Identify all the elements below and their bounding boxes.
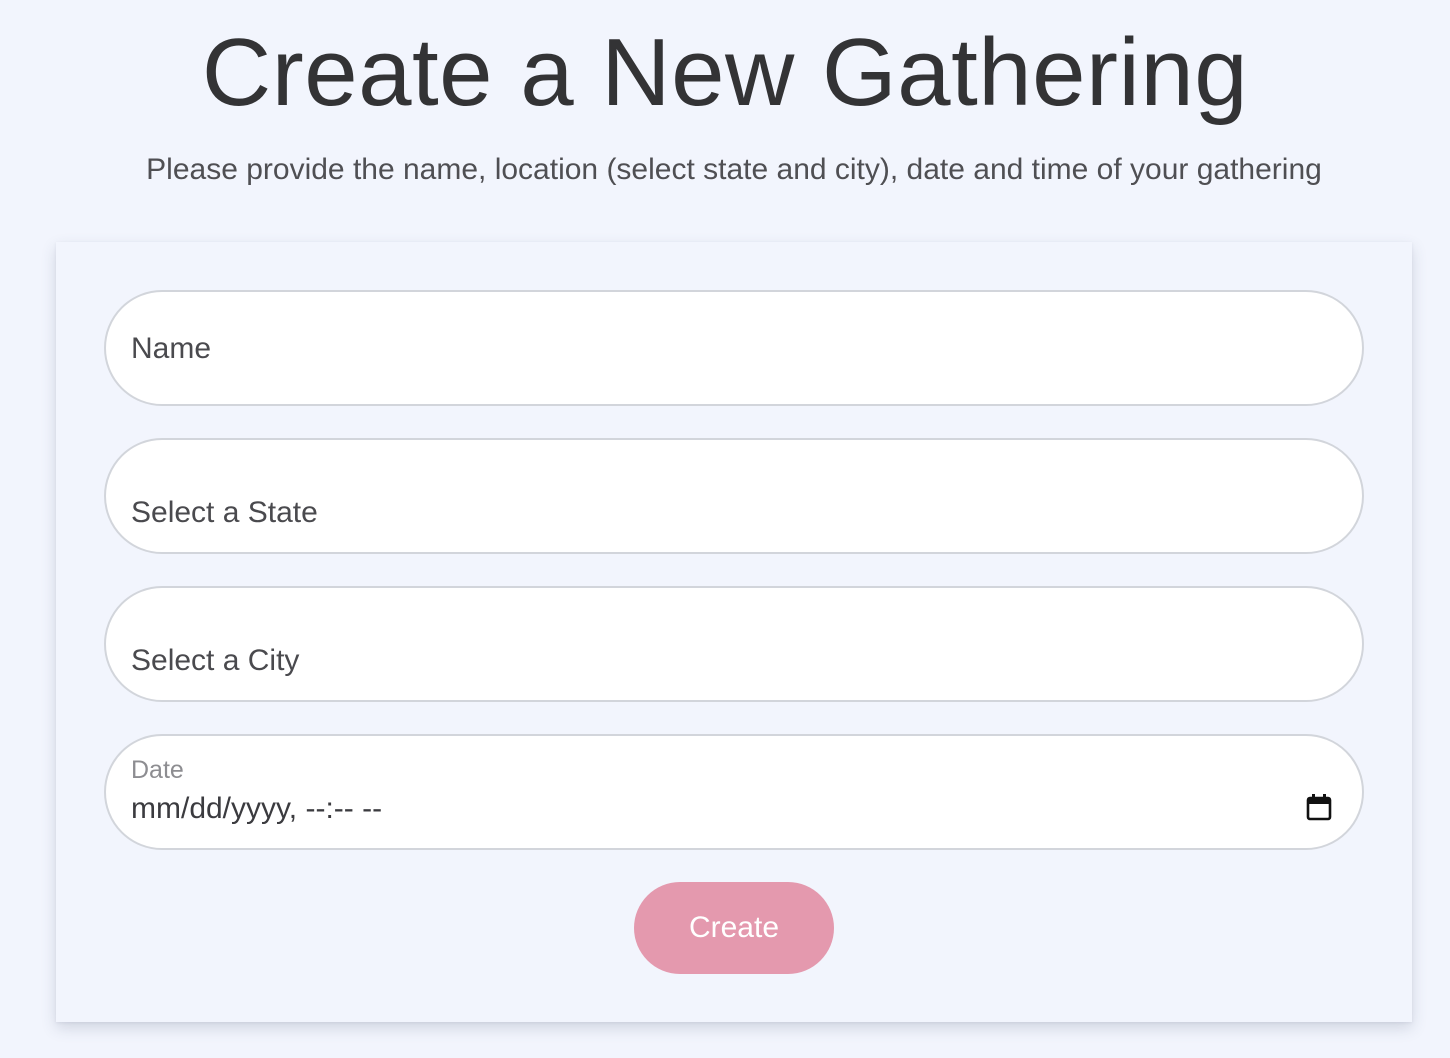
date-time-input[interactable]: Date mm/dd/yyyy, --:-- -- <box>104 734 1364 850</box>
page-subtitle: Please provide the name, location (selec… <box>146 153 1322 186</box>
city-select-placeholder: Select a City <box>131 644 300 677</box>
date-label: Date <box>131 756 184 784</box>
name-input[interactable]: Name <box>104 290 1364 406</box>
city-select[interactable]: Select a City <box>104 586 1364 702</box>
date-time-placeholder: mm/dd/yyyy, --:-- -- <box>131 792 383 825</box>
page: Create a New Gathering Please provide th… <box>0 0 1450 1058</box>
state-select-placeholder: Select a State <box>131 496 318 529</box>
name-input-placeholder: Name <box>131 332 212 365</box>
create-button[interactable]: Create <box>634 882 834 974</box>
gathering-form-card: Name Select a State Select a City Date m… <box>56 242 1412 1022</box>
state-select[interactable]: Select a State <box>104 438 1364 554</box>
calendar-icon[interactable] <box>1306 793 1332 821</box>
page-title: Create a New Gathering <box>201 19 1249 126</box>
